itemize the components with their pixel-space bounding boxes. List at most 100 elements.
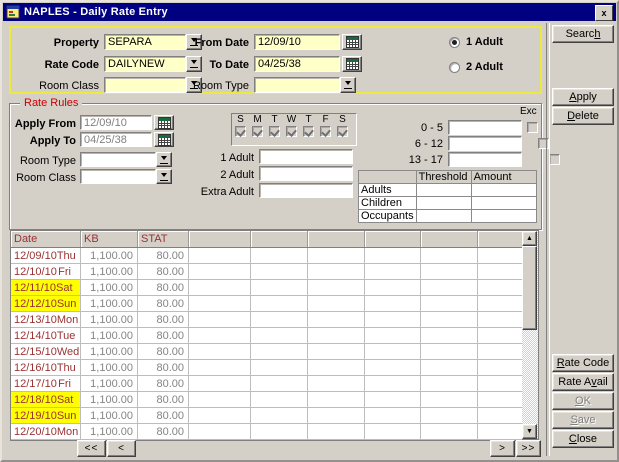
empty-cell[interactable] [251,408,308,424]
stat-cell[interactable]: 80.00 [138,312,189,328]
empty-cell[interactable] [251,296,308,312]
empty-cell[interactable] [421,296,478,312]
empty-cell[interactable] [251,424,308,440]
empty-cell[interactable] [478,360,523,376]
empty-cell[interactable] [478,248,523,264]
threshold-cell[interactable] [471,184,536,197]
stat-cell[interactable]: 80.00 [138,264,189,280]
empty-cell[interactable] [478,344,523,360]
empty-cell[interactable] [308,344,365,360]
empty-cell[interactable] [308,376,365,392]
kb-cell[interactable]: 1,100.00 [81,328,138,344]
empty-cell[interactable] [189,360,251,376]
day-checkbox[interactable] [269,126,280,137]
apply-button[interactable]: Apply [552,88,614,106]
empty-cell[interactable] [478,328,523,344]
empty-cell[interactable] [365,360,421,376]
day-checkbox[interactable] [320,126,331,137]
empty-cell[interactable] [478,264,523,280]
empty-cell[interactable] [365,296,421,312]
empty-cell[interactable] [478,296,523,312]
empty-cell[interactable] [308,328,365,344]
table-row[interactable]: 12/16/10Thu1,100.0080.00 [11,360,523,376]
empty-cell[interactable] [478,312,523,328]
nav-prev-button[interactable]: < [107,440,136,457]
empty-cell[interactable] [251,376,308,392]
kb-cell[interactable]: 1,100.00 [81,296,138,312]
empty-cell[interactable] [421,312,478,328]
rr-adult1-input[interactable] [259,149,353,164]
rr-room-class-input[interactable] [80,169,156,184]
empty-cell[interactable] [308,392,365,408]
grid-vertical-scrollbar[interactable]: ▲ ▼ [522,230,539,440]
stat-cell[interactable]: 80.00 [138,280,189,296]
empty-cell[interactable] [251,248,308,264]
kb-cell[interactable]: 1,100.00 [81,408,138,424]
stat-cell[interactable]: 80.00 [138,360,189,376]
kb-cell[interactable]: 1,100.00 [81,280,138,296]
day-checkbox[interactable] [252,126,263,137]
empty-cell[interactable] [189,376,251,392]
empty-cell[interactable] [365,280,421,296]
adult1-radio[interactable] [449,37,460,48]
date-cell[interactable]: 12/17/10Fri [11,376,81,392]
empty-cell[interactable] [478,392,523,408]
table-row[interactable]: 12/20/10Mon1,100.0080.00 [11,424,523,440]
empty-cell[interactable] [251,360,308,376]
scrollbar-thumb[interactable] [522,246,537,330]
empty-cell[interactable] [308,296,365,312]
table-row[interactable]: 12/14/10Tue1,100.0080.00 [11,328,523,344]
empty-cell[interactable] [189,248,251,264]
stat-cell[interactable]: 80.00 [138,344,189,360]
kb-cell[interactable]: 1,100.00 [81,360,138,376]
empty-cell[interactable] [189,424,251,440]
empty-cell[interactable] [478,280,523,296]
exc-checkbox[interactable] [549,154,560,165]
apply-from-input[interactable]: 12/09/10 [80,115,152,130]
search-button[interactable]: Search [552,25,614,43]
empty-cell[interactable] [421,280,478,296]
grid-column-header[interactable] [421,231,478,247]
age-bucket-input[interactable] [448,120,522,135]
table-row[interactable]: 12/09/10Thu1,100.0080.00 [11,248,523,264]
empty-cell[interactable] [308,264,365,280]
empty-cell[interactable] [478,376,523,392]
day-checkbox[interactable] [303,126,314,137]
rate-code-button[interactable]: Rate Code [552,354,614,372]
table-row[interactable]: 12/13/10Mon1,100.0080.00 [11,312,523,328]
age-bucket-input[interactable] [448,152,522,167]
empty-cell[interactable] [251,312,308,328]
save-button[interactable]: Save [552,411,614,429]
empty-cell[interactable] [478,424,523,440]
empty-cell[interactable] [189,344,251,360]
date-cell[interactable]: 12/19/10Sun [11,408,81,424]
empty-cell[interactable] [365,328,421,344]
empty-cell[interactable] [421,424,478,440]
date-cell[interactable]: 12/12/10Sun [11,296,81,312]
scroll-down-icon[interactable]: ▼ [522,424,537,439]
delete-button[interactable]: Delete [552,107,614,125]
table-row[interactable]: 12/17/10Fri1,100.0080.00 [11,376,523,392]
close-icon[interactable]: x [595,5,613,21]
empty-cell[interactable] [478,408,523,424]
empty-cell[interactable] [421,392,478,408]
kb-cell[interactable]: 1,100.00 [81,312,138,328]
grid-column-header[interactable] [189,231,251,247]
empty-cell[interactable] [421,264,478,280]
empty-cell[interactable] [189,328,251,344]
grid-column-header[interactable] [365,231,421,247]
kb-cell[interactable]: 1,100.00 [81,392,138,408]
close-button[interactable]: Close [552,430,614,448]
rr-adult2-input[interactable] [259,166,353,181]
empty-cell[interactable] [251,264,308,280]
from-date-calendar-button[interactable] [342,34,362,50]
kb-cell[interactable]: 1,100.00 [81,264,138,280]
rr-room-type-input[interactable] [80,152,156,167]
empty-cell[interactable] [365,392,421,408]
date-cell[interactable]: 12/18/10Sat [11,392,81,408]
date-cell[interactable]: 12/14/10Tue [11,328,81,344]
table-row[interactable]: 12/12/10Sun1,100.0080.00 [11,296,523,312]
empty-cell[interactable] [251,280,308,296]
table-row[interactable]: 12/15/10Wed1,100.0080.00 [11,344,523,360]
stat-cell[interactable]: 80.00 [138,328,189,344]
